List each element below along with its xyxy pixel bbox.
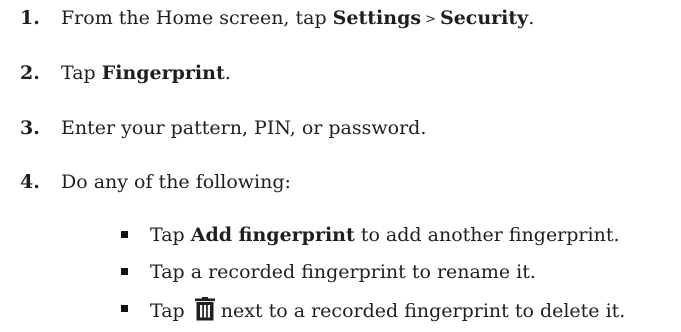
sub-item-text: Tap a recorded fingerprint to rename it.	[150, 261, 536, 283]
step-number: 4.	[20, 171, 40, 193]
sub-item-text: Tap next to a recorded fingerprint to de…	[150, 297, 625, 323]
fingerprint-label: Fingerprint	[101, 62, 225, 84]
step-text: Enter your pattern, PIN, or password.	[61, 117, 427, 139]
security-label: Security	[439, 7, 529, 29]
breadcrumb-separator: >	[425, 12, 436, 27]
trash-icon	[194, 297, 215, 321]
bullet	[121, 268, 128, 275]
step-number: 2.	[20, 62, 40, 84]
settings-label: Settings	[332, 7, 422, 29]
add-fingerprint-label: Add fingerprint	[190, 224, 355, 246]
sub-item-text: Tap Add fingerprint to add another finge…	[150, 224, 620, 246]
step-text: Tap Fingerprint.	[61, 62, 231, 84]
step-number: 3.	[20, 117, 40, 139]
step-text: Do any of the following:	[61, 171, 291, 193]
step-text: From the Home screen, tap Settings > Secur…	[61, 7, 535, 29]
bullet	[121, 305, 128, 312]
bullet	[121, 231, 128, 238]
step-number: 1.	[20, 7, 40, 29]
